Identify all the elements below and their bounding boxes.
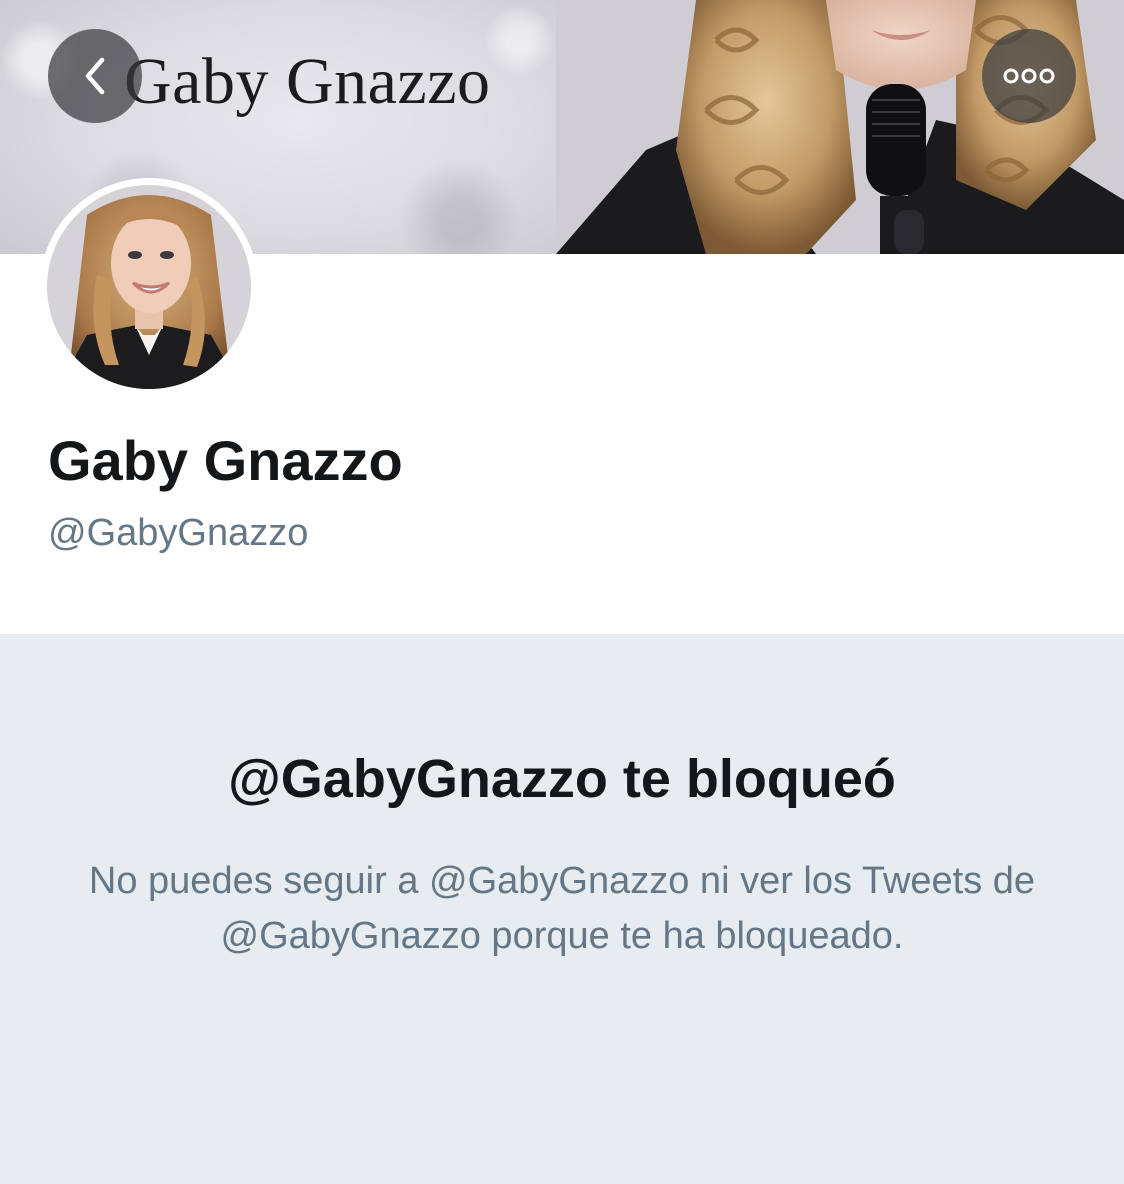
more-options-button[interactable] — [982, 29, 1076, 123]
chevron-left-icon — [85, 57, 105, 95]
avatar[interactable] — [40, 178, 258, 396]
back-button[interactable] — [48, 29, 142, 123]
blocked-message: No puedes seguir a @GabyGnazzo ni ver lo… — [88, 860, 1036, 957]
blocked-title: @GabyGnazzo te bloqueó — [228, 749, 896, 809]
banner-title: Gaby Gnazzo — [124, 45, 491, 118]
more-options-icon — [1003, 68, 1055, 84]
profile-display-name: Gaby Gnazzo — [48, 429, 403, 492]
avatar-photo — [47, 185, 251, 389]
blocked-notice: @GabyGnazzo te bloqueó No puedes seguir … — [0, 634, 1124, 1184]
profile-handle: @GabyGnazzo — [48, 512, 309, 554]
profile-page: Gaby Gnazzo Gaby Gnazzo @GabyGnazzo @Gab… — [0, 0, 1124, 1184]
